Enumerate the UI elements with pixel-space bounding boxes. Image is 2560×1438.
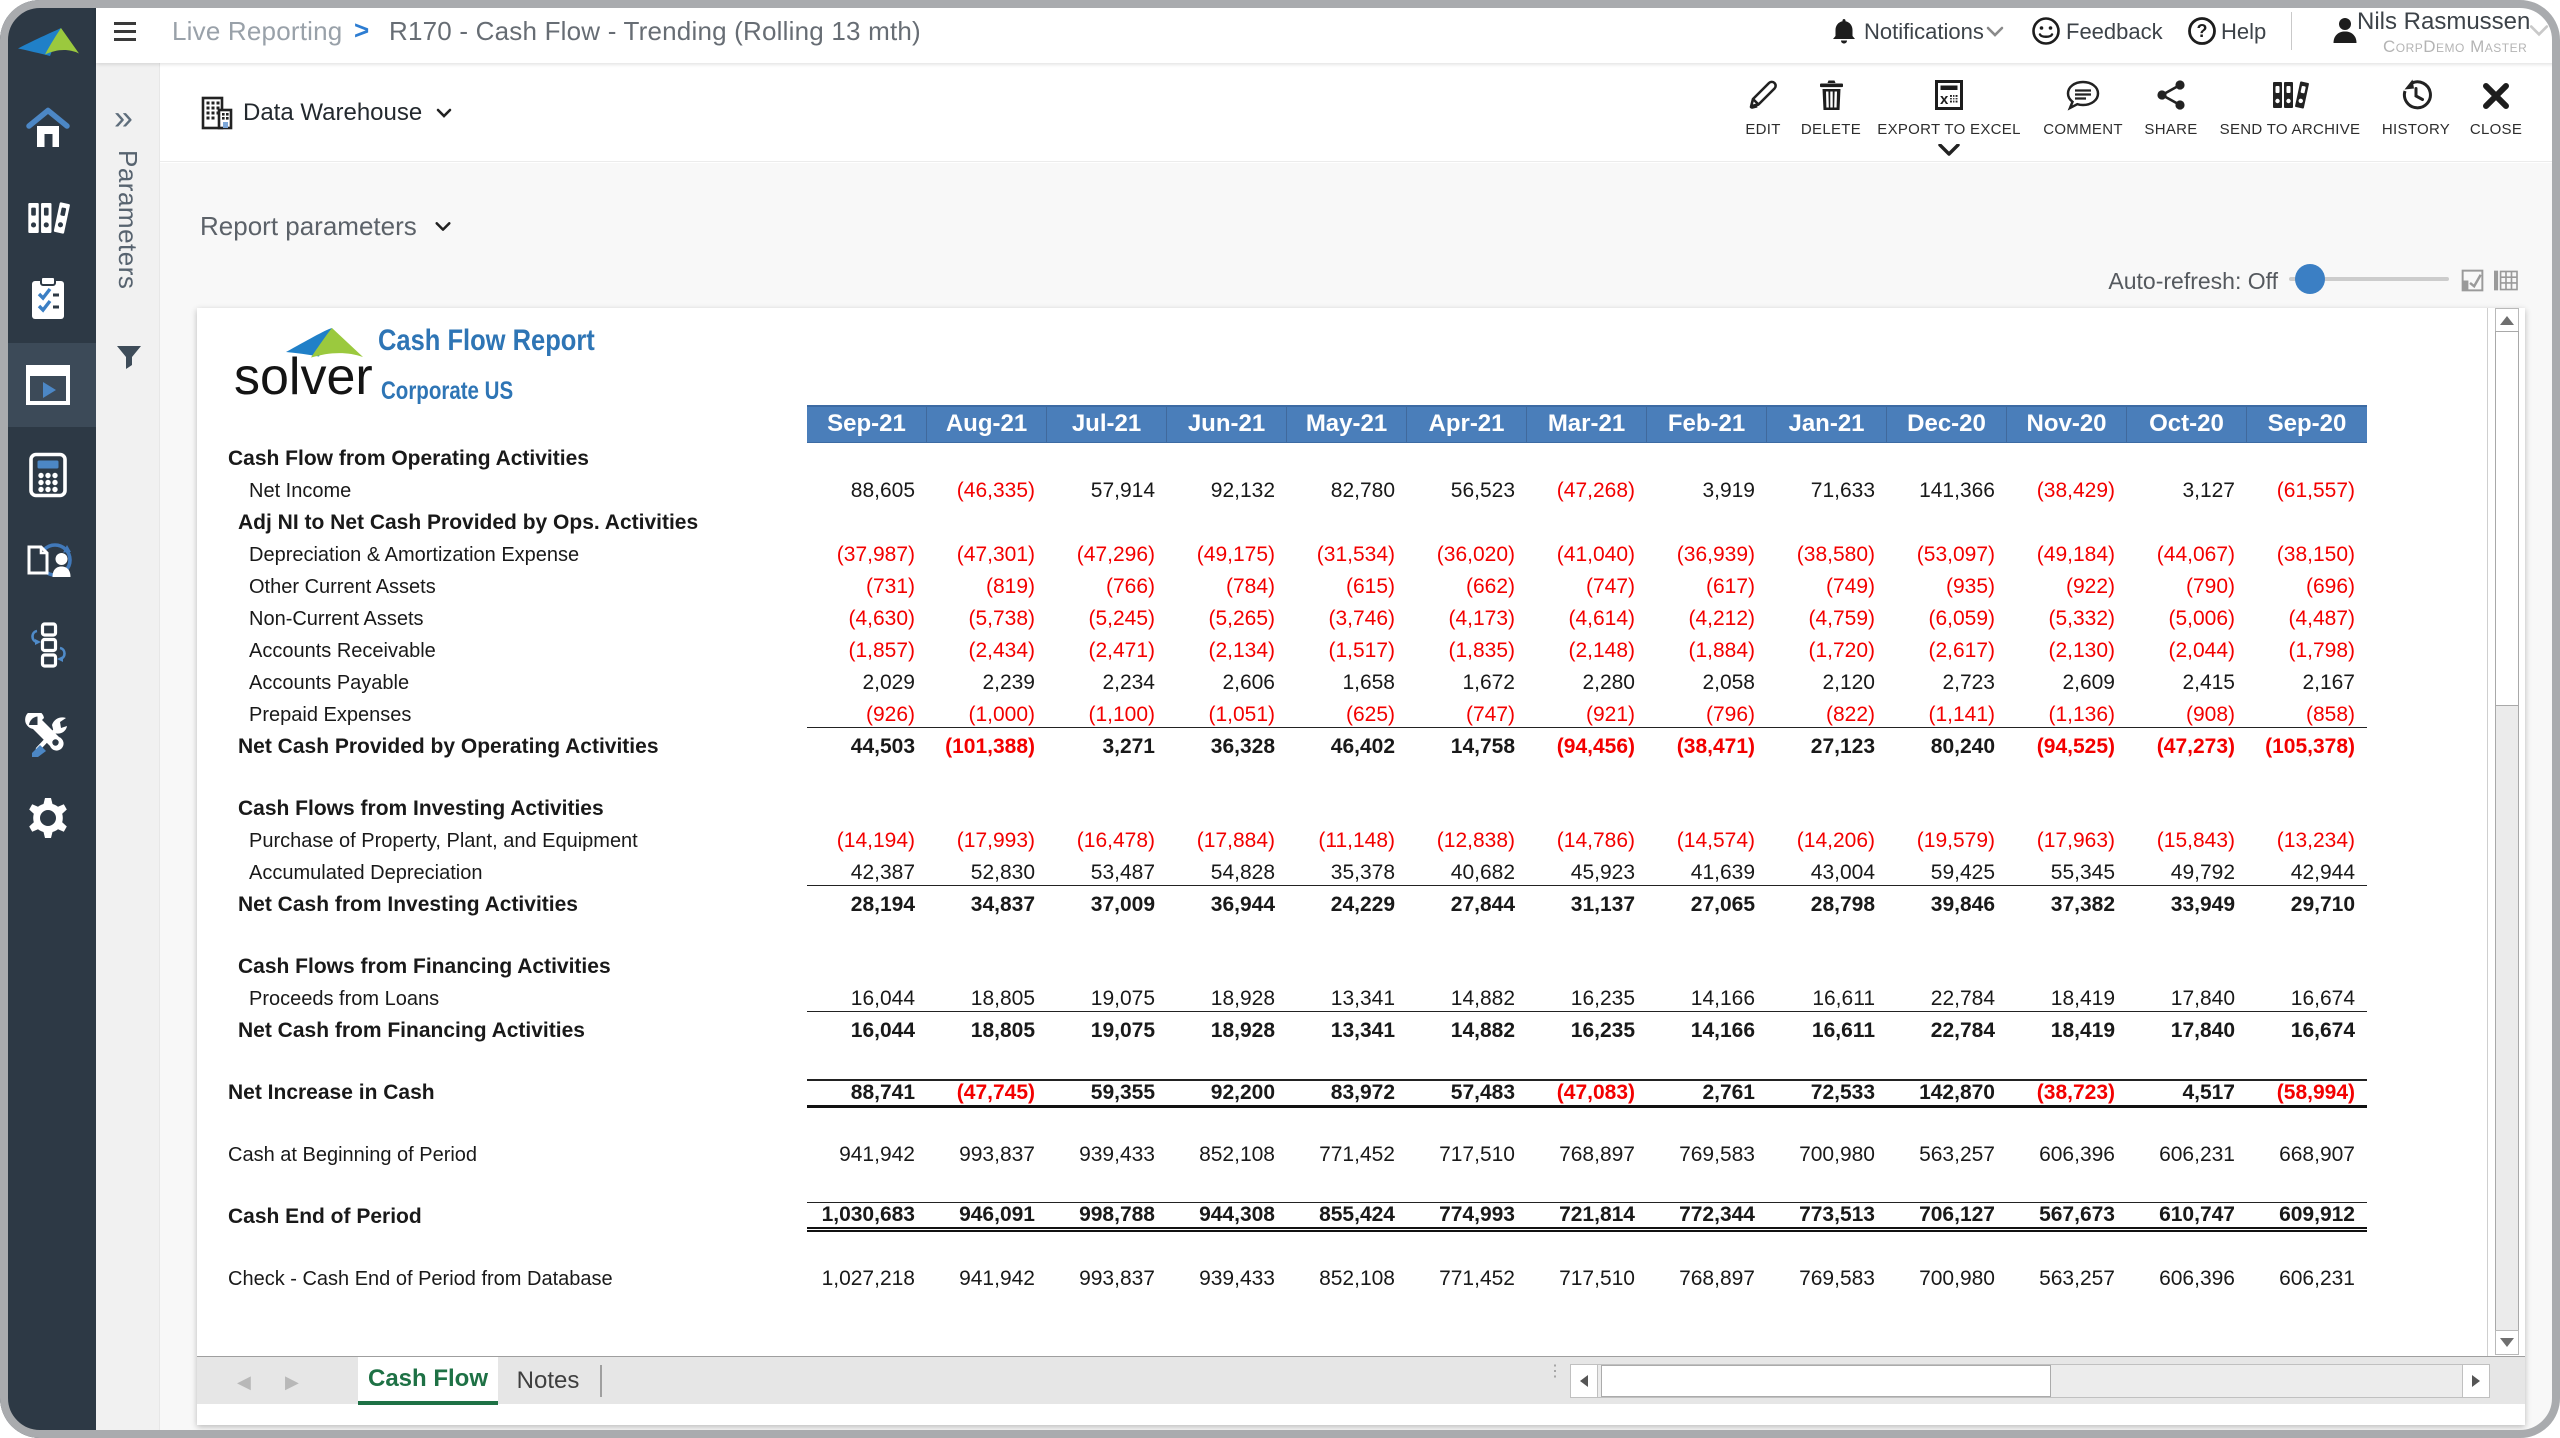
svg-text:?: ? — [2197, 21, 2208, 41]
svg-text:solver: solver — [234, 348, 373, 406]
svg-text:x: x — [1940, 91, 1949, 108]
